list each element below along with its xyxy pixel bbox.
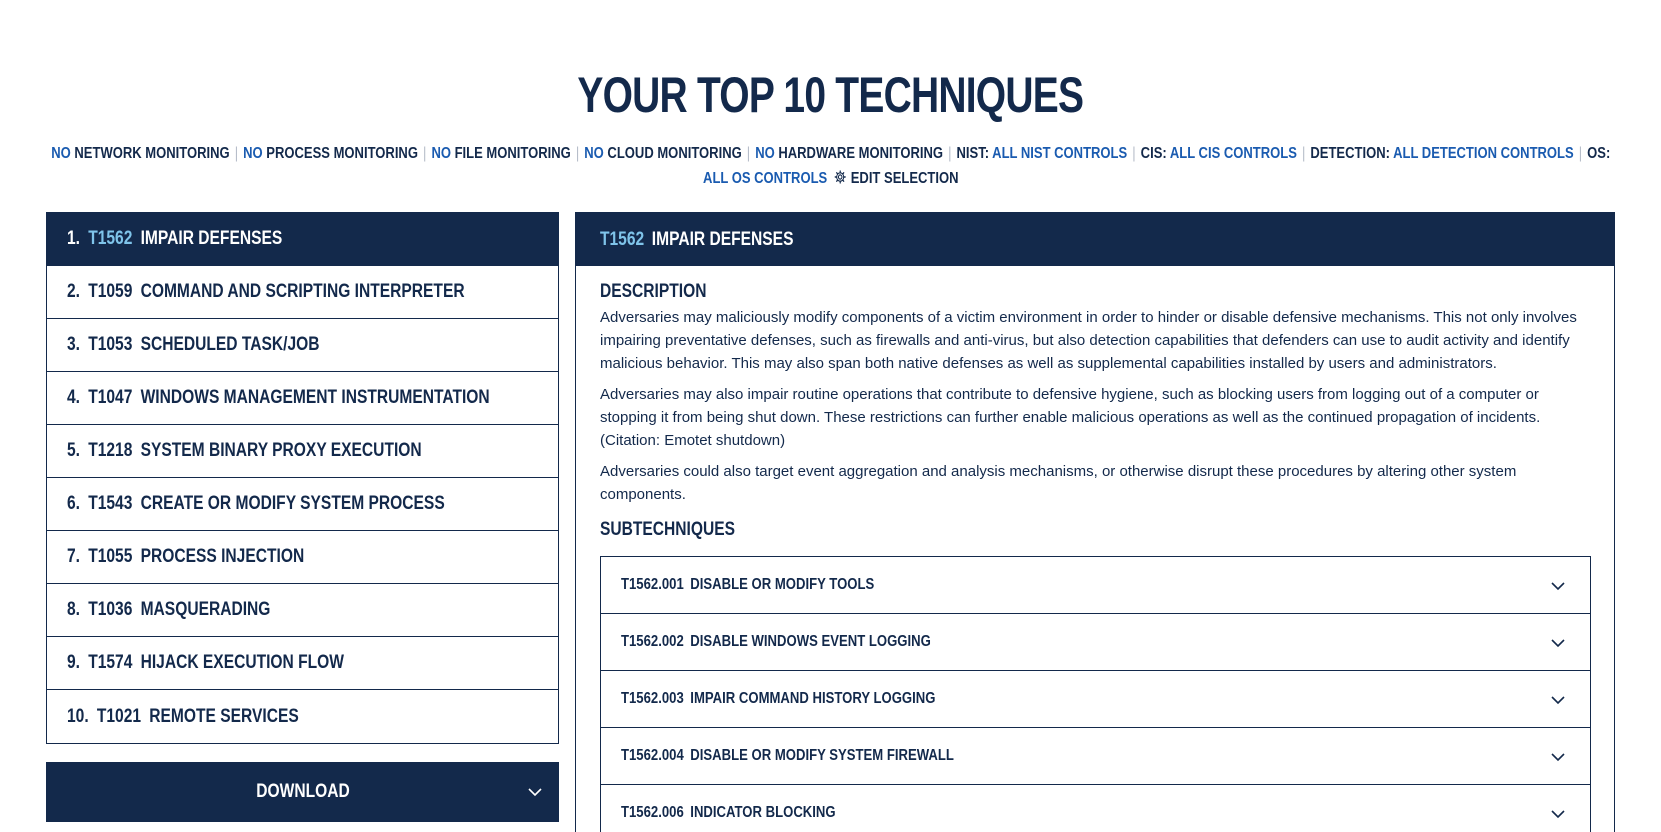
description-paragraph: Adversaries may also impair routine oper… — [600, 386, 1541, 449]
filter-hardware[interactable]: NO HARDWARE MONITORING — [755, 145, 943, 162]
chevron-down-icon — [1551, 582, 1565, 591]
technique-item-7[interactable]: 7. T1055 PROCESS INJECTION — [47, 531, 558, 584]
separator: | — [746, 145, 750, 162]
subtechnique-item[interactable]: T1562.006 INDICATOR BLOCKING — [601, 785, 1590, 832]
gear-icon — [833, 170, 846, 184]
filter-process[interactable]: NO PROCESS MONITORING — [243, 145, 418, 162]
technique-item-2[interactable]: 2. T1059 COMMAND AND SCRIPTING INTERPRETER — [47, 266, 558, 319]
filter-cis[interactable]: CIS: ALL CIS CONTROLS — [1140, 145, 1296, 162]
separator: | — [422, 145, 427, 162]
technique-detail-panel: T1562 IMPAIR DEFENSES DESCRIPTION Advers… — [575, 212, 1615, 832]
separator: | — [1301, 145, 1306, 162]
technique-item-4[interactable]: 4. T1047 WINDOWS MANAGEMENT INSTRUMENTATIO… — [47, 372, 558, 425]
separator: | — [1578, 145, 1582, 162]
technique-item-10[interactable]: 10. T1021 REMOTE SERVICES — [47, 690, 558, 743]
detail-technique-id: T1562 — [600, 228, 645, 250]
subtechnique-list: T1562.001 DISABLE OR MODIFY TOOLS T1562.0… — [600, 556, 1591, 832]
detail-header: T1562 IMPAIR DEFENSES — [576, 213, 1614, 266]
filter-detection[interactable]: DETECTION: ALL DETECTION CONTROLS — [1310, 145, 1573, 162]
technique-item-5[interactable]: 5. T1218 SYSTEM BINARY PROXY EXECUTION — [47, 425, 558, 478]
download-button[interactable]: DOWNLOAD — [46, 762, 559, 822]
technique-item-8[interactable]: 8. T1036 MASQUERADING — [47, 584, 558, 637]
filter-cloud[interactable]: NO CLOUD MONITORING — [584, 145, 741, 162]
separator: | — [1131, 145, 1136, 162]
technique-item-3[interactable]: 3. T1053 SCHEDULED TASK/JOB — [47, 319, 558, 372]
description-paragraph: Adversaries may maliciously modify compo… — [600, 309, 1577, 372]
edit-selection-button[interactable]: EDIT SELECTION — [827, 170, 958, 187]
chevron-down-icon — [1551, 696, 1565, 705]
separator: | — [234, 145, 238, 162]
chevron-down-icon — [1551, 753, 1565, 762]
filter-network[interactable]: NO NETWORK MONITORING — [51, 145, 229, 162]
subtechniques-heading: SUBTECHNIQUES — [600, 519, 736, 540]
subtechnique-item[interactable]: T1562.001 DISABLE OR MODIFY TOOLS — [601, 557, 1590, 614]
separator: | — [575, 145, 579, 162]
filter-nist[interactable]: NIST: ALL NIST CONTROLS — [956, 145, 1127, 162]
technique-item-1[interactable]: 1. T1562 IMPAIR DEFENSES — [47, 213, 558, 266]
subtechnique-item[interactable]: T1562.004 DISABLE OR MODIFY SYSTEM FIREWA… — [601, 728, 1590, 785]
filter-summary: NO NETWORK MONITORING | NO PROCESS MONITOR… — [50, 141, 1611, 191]
technique-item-6[interactable]: 6. T1543 CREATE OR MODIFY SYSTEM PROCESS — [47, 478, 558, 531]
chevron-down-icon — [528, 788, 542, 797]
description-paragraph: Adversaries could also target event aggr… — [600, 463, 1517, 503]
chevron-down-icon — [1551, 639, 1565, 648]
technique-item-9[interactable]: 9. T1574 HIJACK EXECUTION FLOW — [47, 637, 558, 690]
download-label: DOWNLOAD — [255, 781, 350, 802]
subtechnique-item[interactable]: T1562.003 IMPAIR COMMAND HISTORY LOGGING — [601, 671, 1590, 728]
separator: | — [947, 145, 952, 162]
chevron-down-icon — [1551, 810, 1565, 819]
subtechnique-item[interactable]: T1562.002 DISABLE WINDOWS EVENT LOGGING — [601, 614, 1590, 671]
page-title: YOUR TOP 10 TECHNIQUES — [577, 67, 1085, 123]
description-heading: DESCRIPTION — [600, 281, 707, 302]
technique-list: 1. T1562 IMPAIR DEFENSES 2. T1059 COMMAND AN… — [46, 212, 559, 744]
detail-technique-name: IMPAIR DEFENSES — [651, 228, 794, 250]
filter-file[interactable]: NO FILE MONITORING — [431, 145, 570, 162]
description-text: Adversaries may maliciously modify compo… — [600, 306, 1590, 514]
